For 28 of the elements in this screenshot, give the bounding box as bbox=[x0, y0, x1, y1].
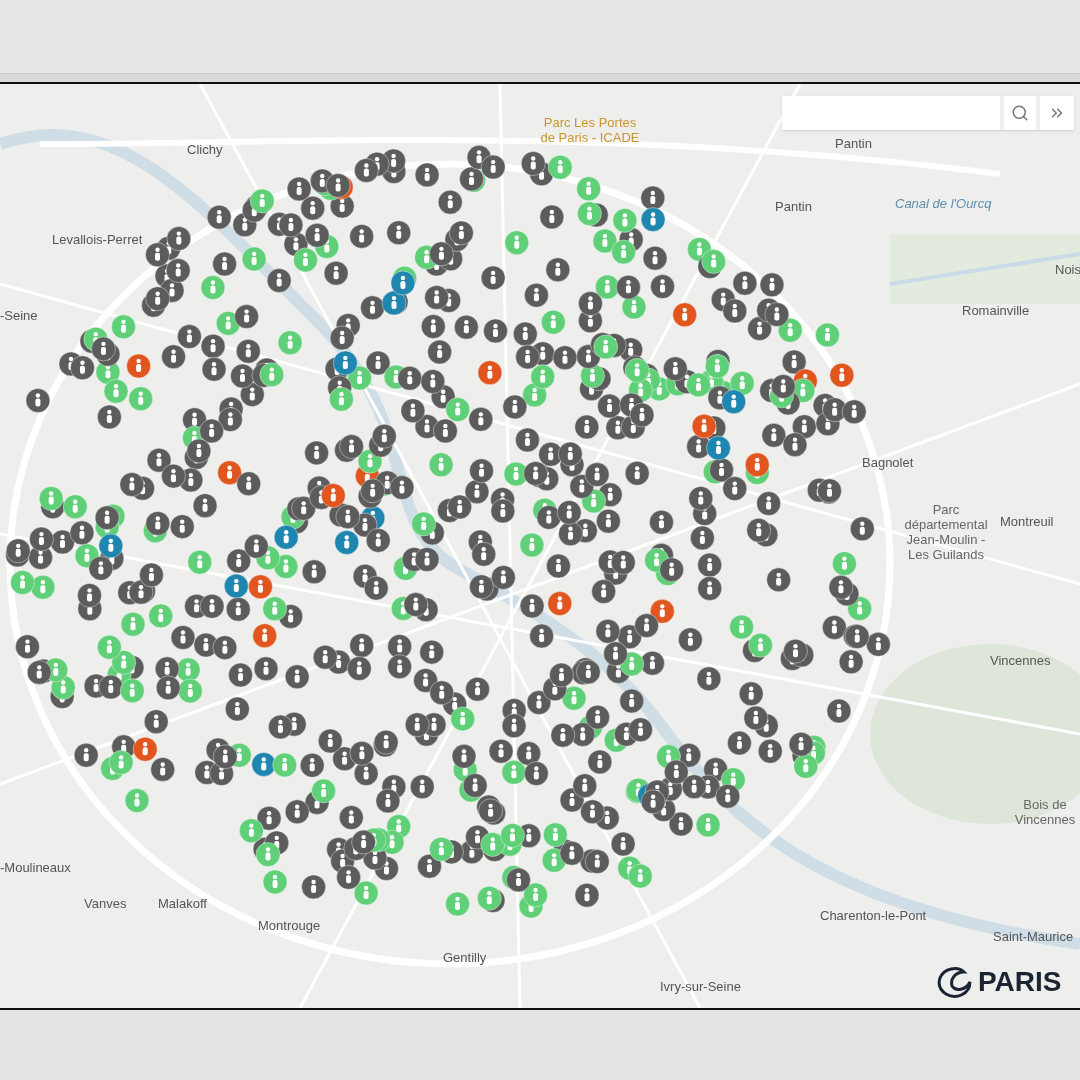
place-label: Vanves bbox=[84, 896, 127, 911]
place-label: Charenton-le-Pont bbox=[820, 908, 927, 923]
place-label: -Seine bbox=[0, 308, 38, 323]
place-label: Bagnolet bbox=[862, 455, 914, 470]
search-field[interactable] bbox=[782, 96, 1000, 130]
logo-text: PARIS bbox=[978, 968, 1062, 996]
place-label: Canal de l'Ourcq bbox=[895, 196, 992, 211]
place-label: -Moulineaux bbox=[0, 860, 71, 875]
place-label: Parc départemental Jean-Moulin - Les Guilands bbox=[903, 502, 989, 562]
place-label: Nois bbox=[1055, 262, 1080, 277]
place-label: Levallois-Perret bbox=[52, 232, 143, 247]
place-label: Ivry-sur-Seine bbox=[660, 979, 741, 994]
place-label: Saint-Maurice bbox=[993, 929, 1074, 944]
expand-button[interactable] bbox=[1040, 96, 1074, 130]
place-label: Pantin bbox=[775, 199, 812, 214]
place-label: Bois de Vincennes bbox=[1013, 797, 1077, 827]
logo-icon bbox=[936, 964, 974, 1000]
search-button[interactable] bbox=[1004, 96, 1036, 130]
place-label: Gentilly bbox=[443, 950, 487, 965]
place-label: Montreuil bbox=[1000, 514, 1054, 529]
place-label: Montrouge bbox=[258, 918, 321, 933]
place-label: Parc Les Portes de Paris - ICADE bbox=[540, 115, 640, 145]
place-label: Vincennes bbox=[990, 653, 1051, 668]
place-label: Malakoff bbox=[158, 896, 207, 911]
place-label: Romainville bbox=[962, 303, 1030, 318]
search-icon bbox=[1011, 104, 1029, 122]
place-label: Pantin bbox=[835, 136, 872, 151]
place-label: Clichy bbox=[187, 142, 223, 157]
